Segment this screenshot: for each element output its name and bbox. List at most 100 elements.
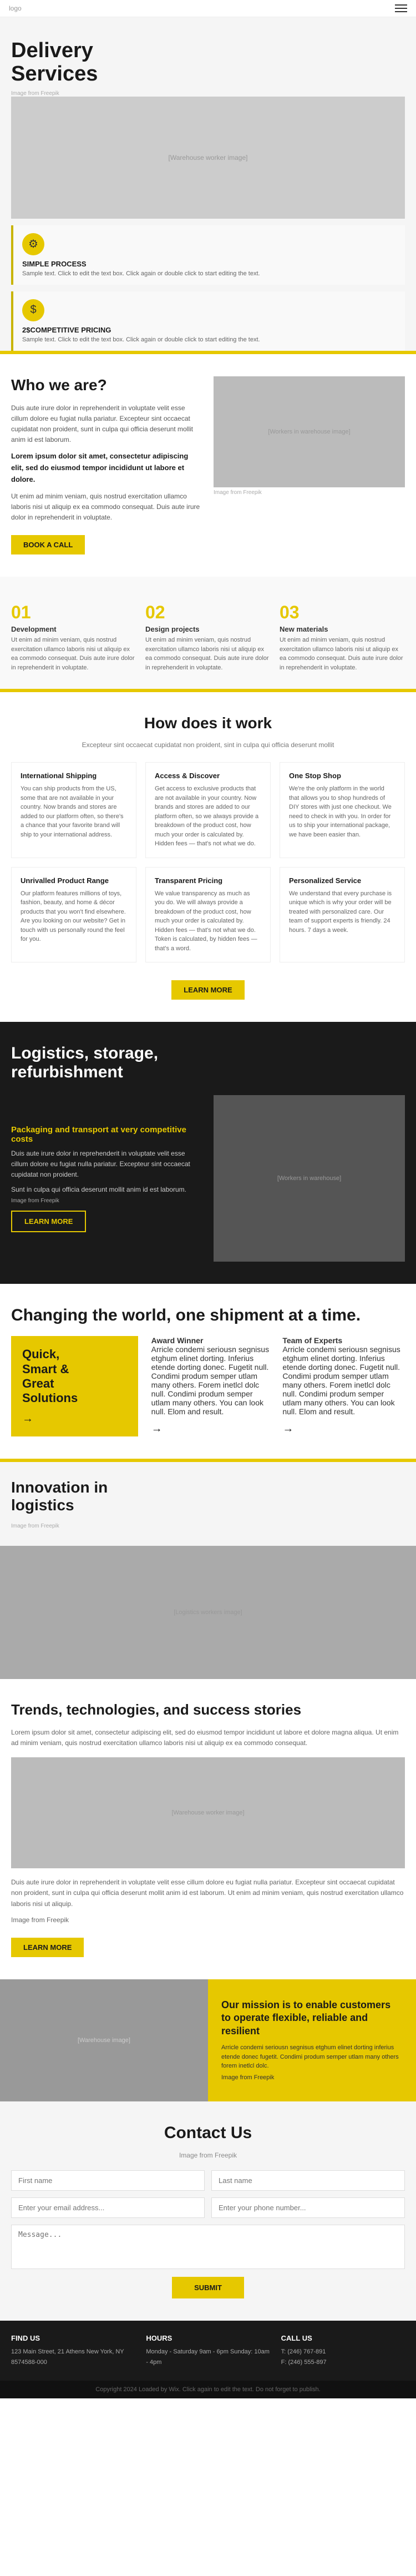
how-card4-text: Our platform features millions of toys, …: [21, 889, 127, 944]
change-big-box: Quick,Smart &GreatSolutions →: [11, 1336, 138, 1436]
footer-phone1: T: (246) 767-891: [281, 2347, 405, 2357]
how-card3-title: One Stop Shop: [289, 772, 395, 780]
trends-learn-more-button[interactable]: LEARN MORE: [11, 1938, 84, 1957]
how-card-access: Access & Discover Get access to exclusiv…: [145, 762, 271, 858]
menu-icon[interactable]: [395, 4, 407, 12]
hero-card-pricing: $ 2$COMPETITIVE PRICING Sample text. Cli…: [11, 291, 405, 351]
change-col2-title: Team of Experts: [282, 1336, 405, 1345]
who-title: Who we are?: [11, 376, 202, 394]
how-card3-text: We're the only platform in the world tha…: [289, 784, 395, 839]
trends-paragraph2: Duis aute irure dolor in reprehenderit i…: [11, 1877, 405, 1909]
innovation-section: Innovation inlogistics Image from Freepi…: [0, 1462, 416, 1679]
logistics-text: Packaging and transport at very competit…: [11, 1125, 202, 1232]
contact-form: [11, 2170, 405, 2269]
footer-find-us-title: FIND US: [11, 2334, 135, 2342]
who-paragraph1: Duis aute irure dolor in reprehenderit i…: [11, 403, 202, 446]
change-col2: Team of Experts Arricle condemi seriousn…: [282, 1336, 405, 1435]
hero-section: DeliveryServices Image from Freepik [War…: [0, 17, 416, 351]
logistics-title: Logistics, storage,refurbishment: [11, 1044, 405, 1082]
footer-address: 123 Main Street, 21 Athens New York, NY …: [11, 2347, 135, 2367]
how-card-range: Unrivalled Product Range Our platform fe…: [11, 867, 136, 963]
footer-call-us: CALL US T: (246) 767-891 F: (246) 555-89…: [281, 2334, 405, 2367]
dollar-icon: $: [22, 299, 44, 321]
how-card6-title: Personalized Service: [289, 876, 395, 885]
contact-subtitle: Image from Freepik: [11, 2151, 405, 2159]
steps-section: 01 Development Ut enim ad minim veniam, …: [0, 577, 416, 689]
logistics-card-label: Packaging and transport at very competit…: [11, 1125, 202, 1144]
step2-text: Ut enim ad minim veniam, quis nostrud ex…: [145, 636, 271, 672]
logistics-img-credit: Image from Freepik: [11, 1198, 202, 1204]
change-cols: Award Winner Arricle condemi seriousn se…: [151, 1336, 405, 1435]
logistics-image: [Workers in warehouse]: [214, 1095, 405, 1262]
who-image: [Workers in warehouse image]: [214, 376, 405, 487]
book-call-button[interactable]: BOOK A CALL: [11, 535, 85, 554]
step-1: 01 Development Ut enim ad minim veniam, …: [11, 602, 136, 672]
change-title: Changing the world, one shipment at a ti…: [11, 1306, 405, 1325]
step2-title: Design projects: [145, 625, 271, 633]
mission-image: [Warehouse image]: [0, 1979, 208, 2101]
logistics-learn-more-button[interactable]: LEARN MORE: [11, 1211, 86, 1232]
hero-title: DeliveryServices: [11, 39, 405, 86]
phone-input[interactable]: [211, 2197, 405, 2218]
how-card-onestop: One Stop Shop We're the only platform in…: [280, 762, 405, 858]
mission-section: [Warehouse image] Our mission is to enab…: [0, 1979, 416, 2101]
footer-grid: FIND US 123 Main Street, 21 Athens New Y…: [11, 2334, 405, 2367]
arrow-right-icon: →: [22, 1413, 127, 1425]
footer-hours-title: HOURS: [146, 2334, 270, 2342]
step1-title: Development: [11, 625, 136, 633]
contact-section: Contact Us Image from Freepik SUBMIT: [0, 2101, 416, 2321]
step3-num: 03: [280, 602, 405, 623]
innovation-image: [Logistics workers image]: [0, 1546, 416, 1679]
step3-text: Ut enim ad minim veniam, quis nostrud ex…: [280, 636, 405, 672]
innovation-img-credit: Image from Freepik: [11, 1523, 405, 1529]
how-card-pricing: Transparent Pricing We value transparenc…: [145, 867, 271, 963]
who-section: Who we are? Duis aute irure dolor in rep…: [0, 354, 416, 577]
email-input[interactable]: [11, 2197, 205, 2218]
hero-card-simple-process: ⚙ SIMPLE PROCESS Sample text. Click to e…: [11, 225, 405, 285]
hero-cards: ⚙ SIMPLE PROCESS Sample text. Click to e…: [11, 219, 405, 351]
change-col2-text: Arricle condemi seriousn segnisus etghum…: [282, 1345, 405, 1416]
submit-button[interactable]: SUBMIT: [172, 2277, 244, 2298]
footer-hours: HOURS Monday - Saturday 9am - 6pm Sunday…: [146, 2334, 270, 2367]
trends-section: Trends, technologies, and success storie…: [0, 1679, 416, 1979]
change-section: Changing the world, one shipment at a ti…: [0, 1284, 416, 1459]
who-bold-label: Lorem ipsum dolor sit amet, consectetur …: [11, 451, 202, 485]
who-text: Who we are? Duis aute irure dolor in rep…: [11, 376, 202, 555]
card2-title: 2$COMPETITIVE PRICING: [22, 326, 396, 334]
trends-paragraph1: Lorem ipsum dolor sit amet, consectetur …: [11, 1727, 405, 1748]
contact-title: Contact Us: [11, 2124, 405, 2143]
step1-num: 01: [11, 602, 136, 623]
step-2: 02 Design projects Ut enim ad minim veni…: [145, 602, 271, 672]
change-big-label: Quick,Smart &GreatSolutions: [22, 1347, 127, 1406]
how-learn-more-button[interactable]: LEARN MORE: [171, 980, 244, 1000]
trends-title: Trends, technologies, and success storie…: [11, 1701, 405, 1718]
last-name-input[interactable]: [211, 2170, 405, 2191]
how-card2-title: Access & Discover: [155, 772, 261, 780]
steps-grid: 01 Development Ut enim ad minim veniam, …: [11, 602, 405, 672]
mission-text-box: Our mission is to enable customers to op…: [208, 1979, 416, 2101]
step2-num: 02: [145, 602, 271, 623]
navbar: logo: [0, 0, 416, 17]
change-col2-arrow: →: [282, 1423, 405, 1435]
footer-phone2: F: (246) 555-897: [281, 2357, 405, 2368]
footer-call-title: CALL US: [281, 2334, 405, 2342]
mission-img-credit: Image from Freepik: [221, 2073, 403, 2083]
card2-text: Sample text. Click to edit the text box.…: [22, 336, 396, 343]
change-col1-title: Award Winner: [151, 1336, 274, 1345]
hero-img-credit: Image from Freepik: [11, 90, 405, 97]
change-col1-arrow: →: [151, 1423, 274, 1435]
card1-text: Sample text. Click to edit the text box.…: [22, 270, 396, 277]
how-card-service: Personalized Service We understand that …: [280, 867, 405, 963]
footer-hours-text: Monday - Saturday 9am - 6pm Sunday: 10am…: [146, 2347, 270, 2367]
how-card6-text: We understand that every purchase is uni…: [289, 889, 395, 935]
card1-title: SIMPLE PROCESS: [22, 260, 396, 268]
first-name-input[interactable]: [11, 2170, 205, 2191]
how-card5-text: We value transparency as much as you do.…: [155, 889, 261, 954]
logistics-image-area: [Workers in warehouse]: [214, 1095, 405, 1262]
how-card2-text: Get access to exclusive products that ar…: [155, 784, 261, 849]
how-subtitle: Excepteur sint occaecat cupidatat non pr…: [11, 741, 405, 749]
step-3: 03 New materials Ut enim ad minim veniam…: [280, 602, 405, 672]
step3-title: New materials: [280, 625, 405, 633]
message-input[interactable]: [11, 2225, 405, 2269]
copyright-text: Copyright 2024 Loaded by Wix. Click agai…: [95, 2386, 320, 2393]
